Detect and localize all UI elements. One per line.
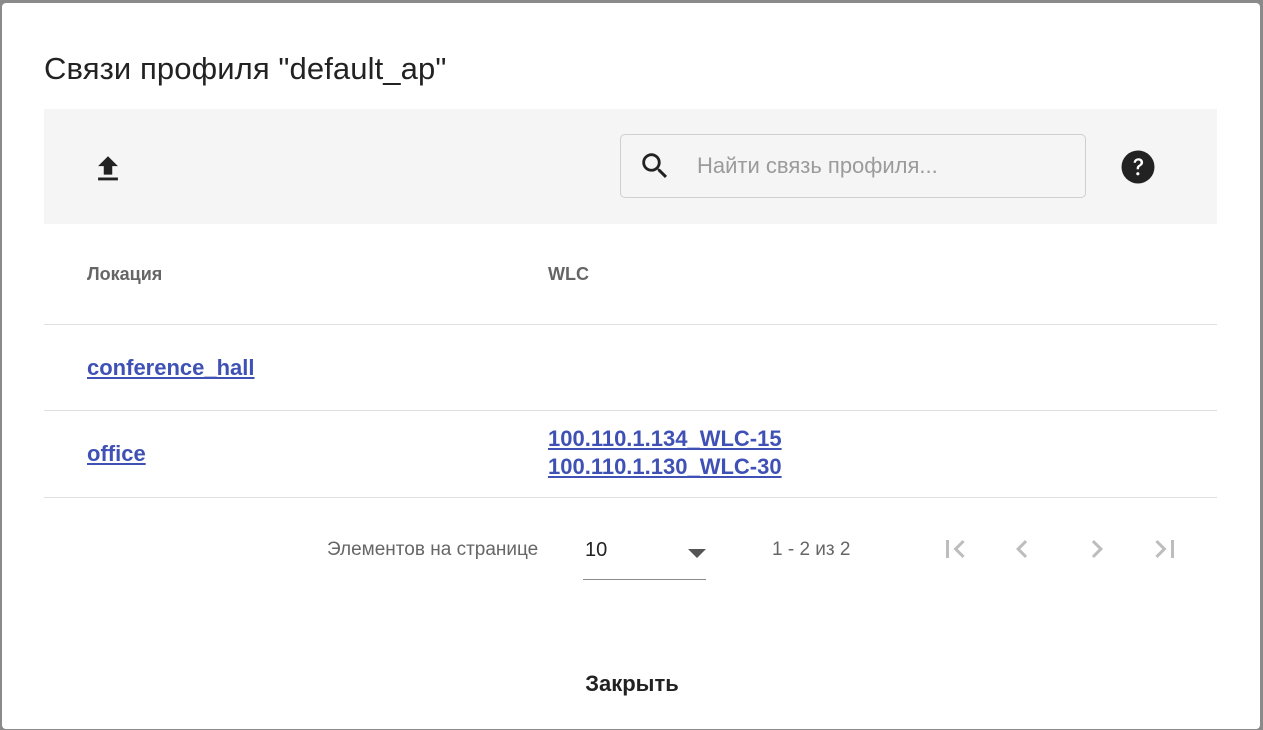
items-per-page-label: Элементов на странице (327, 539, 539, 560)
first-page-icon[interactable] (937, 531, 973, 567)
search-icon (638, 149, 672, 183)
dropdown-arrow-icon (688, 549, 706, 558)
table-row: office 100.110.1.134_WLC-15 100.110.1.13… (44, 411, 1217, 498)
location-cell: conference_hall (87, 354, 255, 382)
page-size-value: 10 (585, 539, 608, 561)
page-size-select[interactable]: 10 (583, 533, 706, 580)
next-page-icon[interactable] (1079, 531, 1115, 567)
toolbar (44, 109, 1217, 224)
search-box (620, 134, 1086, 198)
links-table: Локация WLC conference_hall office 100.1… (44, 224, 1217, 498)
search-input[interactable] (697, 147, 1067, 185)
wlc-cell: 100.110.1.134_WLC-15 100.110.1.130_WLC-3… (548, 425, 782, 481)
table-header: Локация WLC (44, 224, 1217, 325)
location-cell: office (87, 440, 146, 468)
wlc-link[interactable]: 100.110.1.130_WLC-30 (548, 453, 782, 481)
last-page-icon[interactable] (1147, 531, 1183, 567)
close-button[interactable]: Закрыть (562, 660, 702, 708)
paginator: Элементов на странице 10 1 - 2 из 2 (44, 497, 1217, 587)
wlc-link[interactable]: 100.110.1.134_WLC-15 (548, 425, 782, 453)
dialog-title: Связи профиля "default_ap" (44, 51, 447, 86)
location-link[interactable]: office (87, 440, 146, 468)
prev-page-icon[interactable] (1004, 531, 1040, 567)
table-row: conference_hall (44, 325, 1217, 411)
column-header-location[interactable]: Локация (87, 264, 162, 285)
range-label: 1 - 2 из 2 (772, 539, 851, 560)
profile-links-dialog: Связи профиля "default_ap" Локация (2, 3, 1260, 729)
help-icon[interactable] (1120, 149, 1156, 185)
column-header-wlc[interactable]: WLC (548, 264, 589, 285)
upload-icon[interactable] (91, 152, 125, 186)
location-link[interactable]: conference_hall (87, 354, 255, 382)
